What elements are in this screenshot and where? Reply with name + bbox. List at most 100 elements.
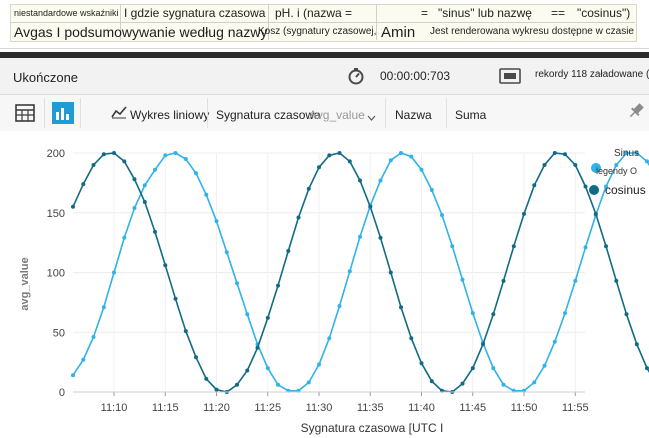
split-by-select[interactable]: Nazwa bbox=[395, 108, 432, 122]
y-axis-select[interactable]: Avg_value bbox=[309, 108, 365, 122]
data-point-cosinus bbox=[265, 315, 270, 320]
query-grid-line bbox=[10, 22, 635, 23]
query-summarize: Avgas I podsumowywanie według nazwy bbox=[14, 24, 268, 40]
data-point-sinus bbox=[347, 269, 352, 274]
data-point-sinus bbox=[173, 151, 178, 155]
data-point-sinus bbox=[265, 366, 270, 371]
data-point-cosinus bbox=[337, 151, 342, 155]
data-point-cosinus bbox=[296, 215, 301, 220]
data-point-cosinus bbox=[522, 211, 526, 216]
data-point-sinus bbox=[358, 234, 362, 239]
chevron-down-icon[interactable] bbox=[367, 110, 376, 124]
query-sinus-or-name: "sinus" lub nazwę bbox=[438, 6, 532, 20]
legend-title: Sinus bbox=[614, 148, 639, 159]
data-point-cosinus bbox=[532, 183, 537, 188]
data-point-cosinus bbox=[563, 152, 567, 157]
chart-legend[interactable]: Sinus legendy O cosinus bbox=[589, 148, 646, 197]
legend-subtitle: legendy O bbox=[596, 166, 637, 176]
data-point-sinus bbox=[317, 362, 321, 367]
data-point-sinus bbox=[224, 250, 229, 255]
data-point-cosinus bbox=[306, 186, 311, 191]
toolbar-separator bbox=[207, 98, 208, 128]
data-point-sinus bbox=[552, 339, 557, 344]
toolbar-separator bbox=[44, 98, 45, 128]
query-eqeq: == bbox=[551, 6, 566, 20]
data-point-cosinus bbox=[470, 366, 475, 371]
results-toolbar: Wykres liniowy Sygnatura czasowa Avg_val… bbox=[0, 95, 649, 131]
data-point-cosinus bbox=[481, 342, 485, 347]
x-tick-label: 11:45 bbox=[459, 402, 486, 414]
x-tick-label: 11:35 bbox=[357, 402, 384, 414]
data-point-sinus bbox=[71, 373, 75, 378]
query-name-eq: pH. i (nazwa = bbox=[275, 6, 353, 20]
query-custom-metrics: niestandardowe wskaźniki bbox=[14, 8, 119, 18]
data-point-cosinus bbox=[276, 283, 280, 288]
chart-type-select[interactable]: Wykres liniowy bbox=[130, 108, 209, 122]
query-editor[interactable]: niestandardowe wskaźniki I gdzie sygnatu… bbox=[0, 0, 649, 49]
x-axis-select[interactable]: Sygnatura czasowa bbox=[216, 108, 321, 122]
data-point-cosinus bbox=[368, 204, 373, 209]
data-point-sinus bbox=[132, 206, 137, 210]
query-where-timestamp: I gdzie sygnatura czasowa bbox=[124, 6, 266, 20]
x-tick-label: 11:25 bbox=[254, 402, 281, 414]
y-tick-label: 200 bbox=[47, 148, 65, 160]
x-tick-label: 11:15 bbox=[152, 402, 179, 414]
bar-chart-icon[interactable] bbox=[52, 102, 74, 127]
series-line-sinus bbox=[72, 152, 649, 392]
x-axis-label: Sygnatura czasowa [UTC I bbox=[301, 421, 444, 435]
toolbar-separator bbox=[446, 98, 447, 128]
data-point-sinus bbox=[163, 153, 168, 158]
status-completed: Ukończone bbox=[13, 70, 79, 85]
legend-marker-cosinus[interactable] bbox=[589, 185, 599, 195]
x-tick-label: 11:40 bbox=[408, 402, 435, 414]
data-point-sinus bbox=[440, 213, 444, 218]
toolbar-separator bbox=[385, 98, 386, 128]
data-point-cosinus bbox=[614, 278, 619, 283]
data-point-sinus bbox=[388, 158, 393, 163]
data-point-sinus bbox=[245, 312, 250, 317]
data-point-cosinus bbox=[153, 229, 157, 234]
data-point-sinus bbox=[235, 281, 239, 286]
data-point-sinus bbox=[183, 157, 188, 161]
data-point-sinus bbox=[532, 380, 537, 385]
x-tick-label: 11:55 bbox=[562, 402, 589, 414]
data-point-sinus bbox=[142, 183, 147, 188]
pin-icon[interactable] bbox=[627, 102, 645, 123]
records-loaded: rekordy 118 załadowane ( bbox=[535, 69, 649, 80]
x-tick-label: 11:10 bbox=[101, 402, 128, 414]
data-point-sinus bbox=[470, 311, 475, 316]
data-point-sinus bbox=[429, 188, 434, 192]
data-point-sinus bbox=[378, 178, 383, 183]
x-tick-label: 11:50 bbox=[511, 402, 538, 414]
x-tick-label: 11:30 bbox=[306, 402, 333, 414]
data-point-sinus bbox=[276, 382, 280, 387]
data-point-sinus bbox=[327, 336, 332, 341]
data-point-sinus bbox=[450, 244, 455, 249]
query-bin: Kosz (sygnatury czasowej, bbox=[258, 26, 377, 37]
data-point-sinus bbox=[204, 192, 209, 197]
data-point-sinus bbox=[460, 277, 465, 282]
data-point-cosinus bbox=[163, 263, 168, 268]
aggregation-select[interactable]: Suma bbox=[455, 108, 486, 122]
data-point-sinus bbox=[409, 154, 414, 159]
data-point-sinus bbox=[491, 366, 496, 371]
data-point-sinus bbox=[573, 278, 578, 283]
table-icon[interactable] bbox=[15, 104, 35, 125]
query-amin: Amin bbox=[381, 24, 416, 41]
elapsed-time: 00:00:00:703 bbox=[380, 69, 451, 83]
y-tick-label: 0 bbox=[59, 387, 65, 399]
data-point-cosinus bbox=[573, 163, 578, 167]
data-point-cosinus bbox=[317, 165, 321, 170]
data-point-sinus bbox=[101, 305, 106, 310]
data-point-sinus bbox=[563, 311, 567, 316]
line-chart: 0 50 100 150 200 11:10 11:15 11:20 11:25 11:30 11:… bbox=[19, 148, 649, 435]
data-point-cosinus bbox=[132, 177, 137, 182]
x-tick-label: 11:20 bbox=[203, 402, 230, 414]
data-point-cosinus bbox=[552, 151, 557, 155]
data-point-cosinus bbox=[122, 159, 127, 164]
data-point-cosinus bbox=[634, 342, 639, 347]
data-point-sinus bbox=[122, 235, 127, 240]
data-point-cosinus bbox=[583, 184, 588, 189]
data-point-cosinus bbox=[604, 244, 608, 249]
data-point-sinus bbox=[399, 151, 403, 155]
